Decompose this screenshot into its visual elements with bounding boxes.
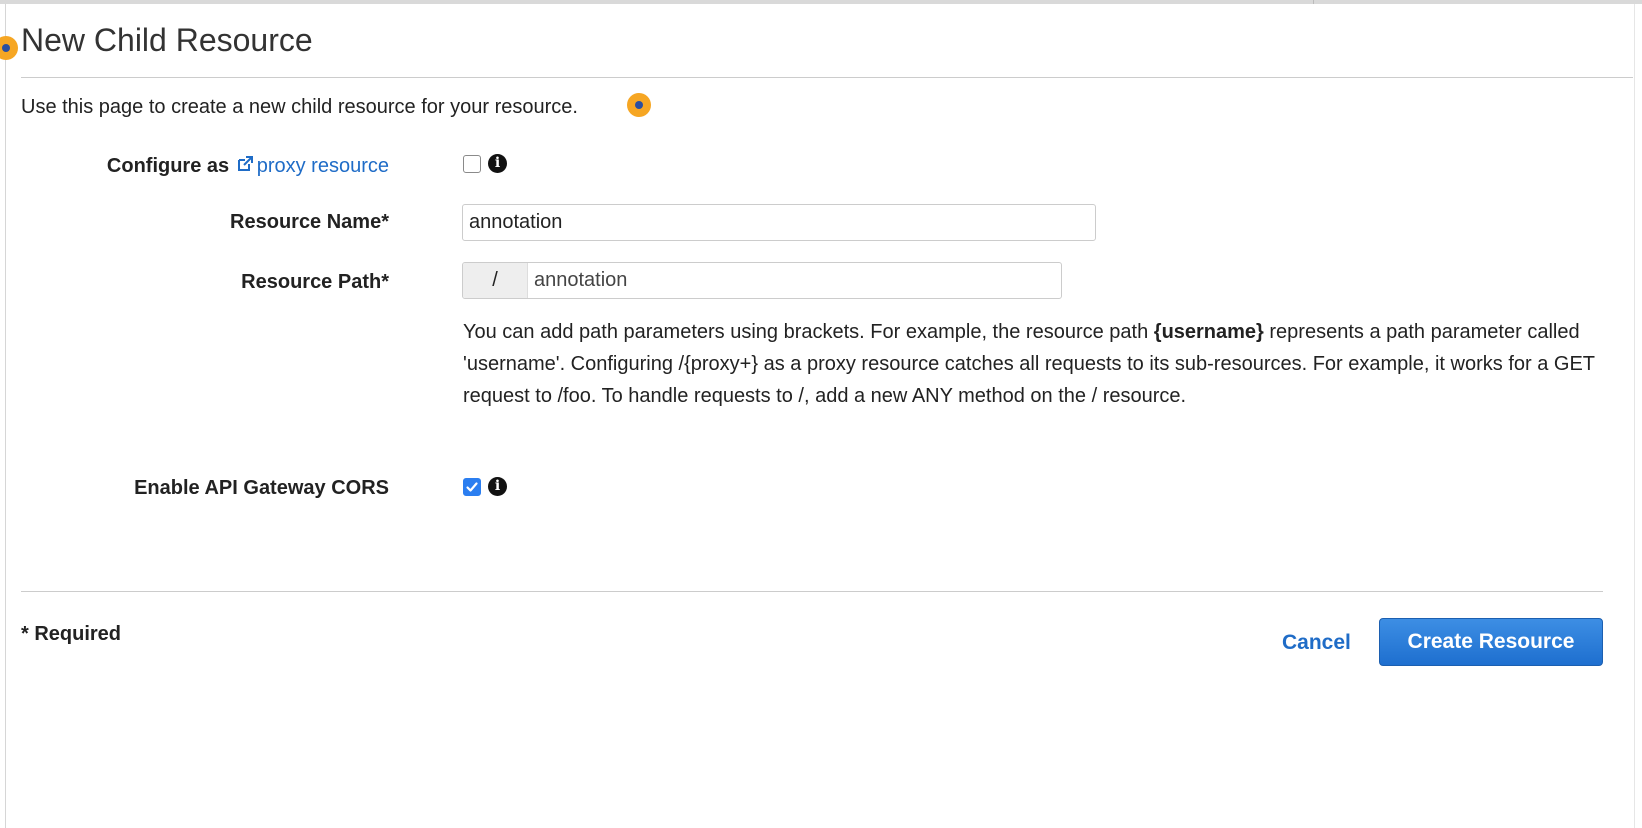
resource-path-prefix: / [463, 263, 528, 298]
help-text-example: {username} [1153, 321, 1264, 343]
footer-divider [21, 591, 1603, 592]
resource-name-input[interactable] [462, 204, 1096, 241]
left-panel-border [5, 4, 6, 828]
resource-name-label: Resource Name* [230, 211, 389, 233]
check-icon [466, 482, 478, 492]
proxy-resource-link[interactable]: proxy resource [235, 155, 389, 177]
proxy-label-prefix: Configure as [106, 155, 230, 177]
proxy-link-text: proxy resource [256, 155, 389, 177]
resource-path-input[interactable] [528, 263, 1061, 298]
info-icon[interactable]: i [488, 477, 507, 496]
resource-path-label: Resource Path* [241, 271, 389, 293]
tour-hotspot-icon[interactable] [0, 36, 18, 60]
resource-path-field: / [462, 262, 1062, 299]
cors-checkbox[interactable] [463, 478, 481, 496]
create-resource-button[interactable]: Create Resource [1379, 618, 1603, 666]
proxy-resource-checkbox[interactable] [463, 155, 481, 173]
title-divider [21, 77, 1633, 78]
required-note: * Required [21, 623, 122, 645]
cors-label: Enable API Gateway CORS [134, 477, 389, 499]
page-title: New Child Resource [21, 22, 313, 58]
tour-hotspot-icon[interactable] [627, 93, 651, 117]
top-bar [0, 0, 1642, 4]
top-bar-divider [1313, 0, 1314, 4]
help-text-part1: You can add path parameters using bracke… [463, 321, 1154, 343]
path-parameter-help: You can add path parameters using bracke… [463, 316, 1623, 412]
info-icon[interactable]: i [488, 154, 507, 173]
external-link-icon [237, 156, 253, 171]
page-intro: Use this page to create a new child reso… [21, 96, 578, 118]
right-panel-border [1634, 4, 1635, 828]
cancel-button[interactable]: Cancel [1282, 631, 1351, 655]
proxy-resource-label: Configure as proxy resource [107, 154, 389, 178]
